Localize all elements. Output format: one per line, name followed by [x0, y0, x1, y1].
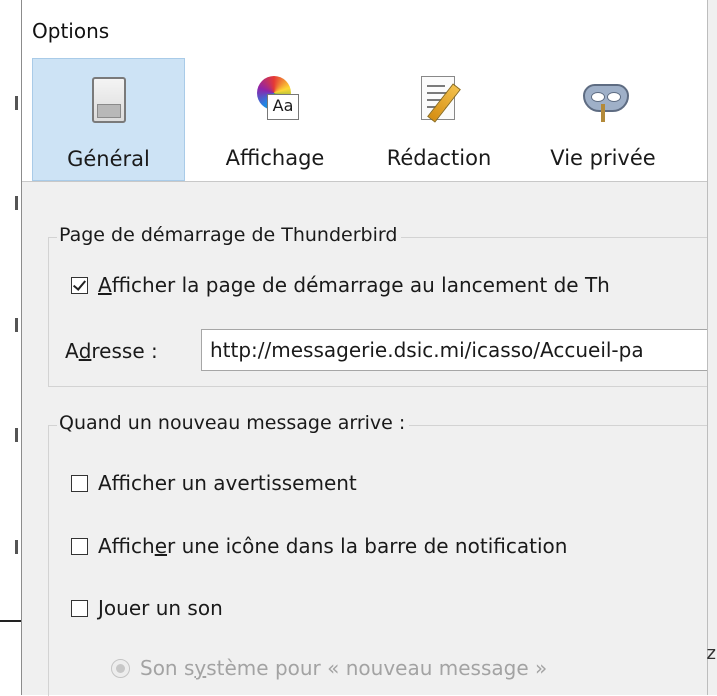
options-window: Options Général Aa Affichage Rédaction V… — [21, 0, 717, 696]
window-title: Options — [22, 0, 709, 58]
show-tray-icon-checkbox[interactable] — [71, 537, 88, 555]
play-sound-label: Jouer un son — [98, 596, 223, 620]
tab-display-label: Affichage — [225, 146, 325, 170]
show-tray-icon-label: Afficher une icône dans la barre de noti… — [98, 534, 568, 558]
edge-tick — [15, 540, 18, 554]
tab-composition[interactable]: Rédaction — [364, 58, 514, 181]
system-sound-radio[interactable] — [111, 658, 130, 678]
show-alert-label: Afficher un avertissement — [98, 471, 357, 495]
tab-general[interactable]: Général — [32, 58, 185, 181]
startup-group: Page de démarrage de Thunderbird Affiche… — [48, 224, 717, 387]
system-sound-option[interactable]: Son système pour « nouveau message » — [111, 656, 547, 680]
new-message-group: Quand un nouveau message arrive : Affich… — [48, 412, 711, 696]
general-switch-icon — [87, 77, 131, 123]
play-sound-checkbox[interactable] — [71, 599, 88, 617]
startup-group-legend: Page de démarrage de Thunderbird — [57, 224, 402, 246]
palette-icon: Aa — [253, 76, 299, 122]
mask-icon — [581, 76, 629, 122]
edge-tick — [15, 96, 18, 110]
background-fragment: z — [706, 643, 716, 664]
tab-composition-label: Rédaction — [386, 146, 492, 170]
tab-privacy[interactable]: Vie privée — [527, 58, 679, 181]
tab-privacy-label: Vie privée — [550, 146, 656, 170]
background-window-right-edge — [707, 0, 717, 695]
show-alert-checkbox[interactable] — [71, 474, 88, 492]
show-start-page-checkbox[interactable] — [71, 276, 88, 294]
new-message-group-legend: Quand un nouveau message arrive : — [57, 412, 410, 434]
edge-tick — [15, 318, 18, 332]
edge-tick — [15, 196, 18, 210]
address-label: Ad resse : — [65, 339, 158, 363]
tab-general-label: Général — [67, 147, 150, 171]
play-sound-option[interactable]: Jouer un son — [71, 596, 223, 620]
system-sound-label: Son système pour « nouveau message » — [140, 656, 548, 680]
show-alert-option[interactable]: Afficher un avertissement — [71, 471, 357, 495]
show-tray-icon-option[interactable]: Afficher une icône dans la barre de noti… — [71, 534, 567, 558]
show-start-page-label: Afficher la page de démarrage au lanceme… — [98, 273, 610, 297]
compose-pen-icon — [417, 76, 461, 123]
start-page-address-input[interactable]: http://messagerie.dsic.mi/icasso/Accueil… — [201, 329, 717, 371]
options-toolbar: Général Aa Affichage Rédaction Vie privé… — [22, 58, 709, 182]
tab-display[interactable]: Aa Affichage — [204, 58, 346, 181]
background-window-edge — [0, 0, 16, 695]
edge-tick — [15, 428, 18, 442]
show-start-page-option[interactable]: Afficher la page de démarrage au lanceme… — [71, 273, 610, 297]
